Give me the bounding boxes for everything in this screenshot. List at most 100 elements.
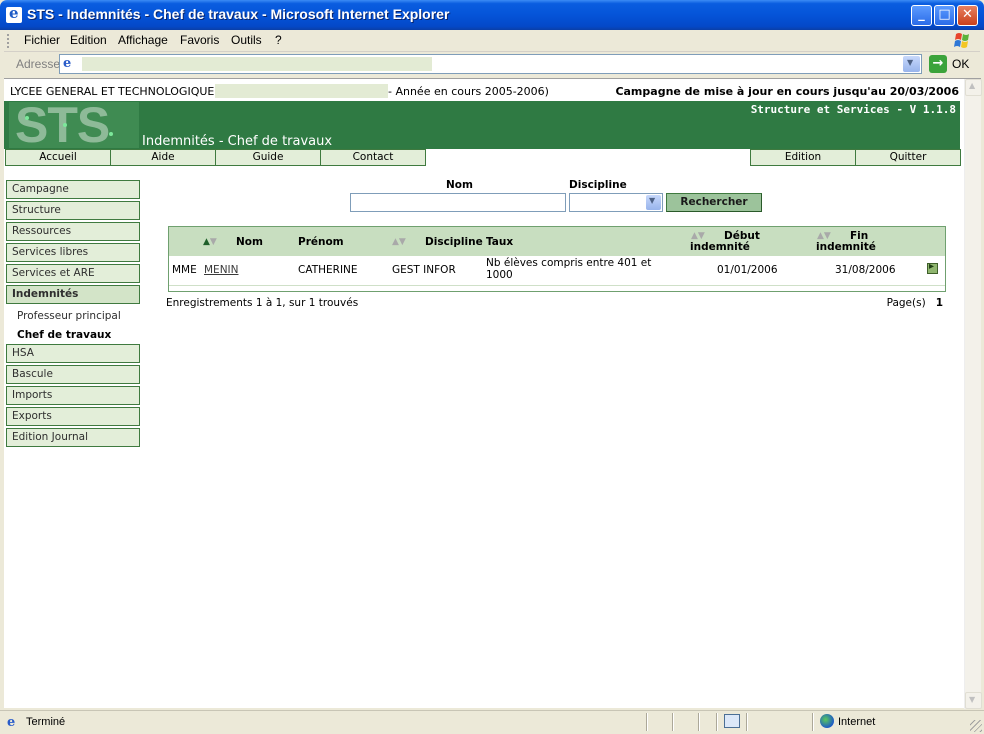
- nom-label: Nom: [446, 179, 473, 191]
- sort-asc-icon[interactable]: ▲: [392, 237, 399, 247]
- sort-desc-icon[interactable]: ▼: [210, 237, 217, 247]
- column-header-prenom[interactable]: Prénom: [298, 237, 344, 248]
- discipline-select[interactable]: [569, 193, 663, 212]
- sidebar-item-exports[interactable]: Exports: [6, 407, 140, 426]
- sort-asc-icon[interactable]: ▲: [817, 231, 824, 241]
- menubar: Fichier Edition Affichage Favoris Outils…: [4, 30, 980, 52]
- sidebar-item-indemnites[interactable]: Indemnités: [6, 285, 140, 304]
- pages-label: Page(s): [886, 297, 926, 309]
- status-divider: [812, 713, 814, 731]
- page-done-icon: e: [7, 715, 16, 730]
- window-title: STS - Indemnités - Chef de travaux - Mic…: [27, 6, 450, 22]
- go-arrow-icon: →: [929, 55, 947, 73]
- menu-affichage[interactable]: Affichage: [118, 33, 168, 47]
- tab-quitter[interactable]: Quitter: [855, 149, 961, 166]
- tab-aide[interactable]: Aide: [110, 149, 216, 166]
- maximize-icon: □: [938, 7, 951, 22]
- minimize-icon: _: [918, 7, 925, 22]
- sts-logo: STS: [9, 102, 139, 148]
- logo-dot: [63, 123, 67, 127]
- go-button[interactable]: → OK: [928, 54, 976, 74]
- sidebar-item-bascule[interactable]: Bascule: [6, 365, 140, 384]
- sidebar-item-services-are[interactable]: Services et ARE: [6, 264, 140, 283]
- sidebar-subitem-chef-de-travaux[interactable]: Chef de travaux: [17, 329, 111, 341]
- logo-dot: [25, 116, 29, 120]
- cell-debut: 01/01/2006: [717, 264, 778, 276]
- sort-nom[interactable]: ▲▼: [203, 238, 217, 247]
- sort-asc-icon[interactable]: ▲: [691, 231, 698, 241]
- address-url-redacted: [82, 57, 432, 71]
- sidebar-item-imports[interactable]: Imports: [6, 386, 140, 405]
- sidebar-subitem-professeur-principal[interactable]: Professeur principal: [17, 310, 121, 322]
- page-title: Indemnités - Chef de travaux: [142, 134, 333, 149]
- tab-contact[interactable]: Contact: [320, 149, 426, 166]
- windows-logo-icon: [954, 33, 969, 48]
- sidebar-item-ressources[interactable]: Ressources: [6, 222, 140, 241]
- sidebar-item-hsa[interactable]: HSA: [6, 344, 140, 363]
- column-header-nom[interactable]: Nom: [236, 237, 263, 248]
- close-icon: ✕: [962, 7, 973, 22]
- minimize-button[interactable]: _: [911, 5, 932, 26]
- campaign-deadline: Campagne de mise à jour en cours jusqu'a…: [615, 85, 959, 98]
- sort-asc-icon[interactable]: ▲: [203, 237, 210, 247]
- page-icon: e: [63, 56, 72, 71]
- cell-prenom: CATHERINE: [298, 264, 358, 276]
- open-detail-icon[interactable]: [927, 261, 938, 274]
- sidebar-item-services-libres[interactable]: Services libres: [6, 243, 140, 262]
- sort-debut[interactable]: ▲▼: [691, 232, 705, 241]
- status-divider: [672, 713, 674, 731]
- window-titlebar[interactable]: STS - Indemnités - Chef de travaux - Mic…: [0, 0, 984, 30]
- cell-taux: Nb élèves compris entre 401 et: [486, 257, 652, 269]
- scroll-down-arrow-icon[interactable]: [965, 692, 982, 709]
- menu-outils[interactable]: Outils: [231, 33, 262, 47]
- security-icon[interactable]: [724, 714, 740, 728]
- sort-discipline[interactable]: ▲▼: [392, 238, 406, 247]
- nom-search-input[interactable]: [350, 193, 566, 212]
- page-header-line: LYCEE GENERAL ET TECHNOLOGIQUE - Année e…: [4, 83, 964, 99]
- toolbar-grip[interactable]: [7, 34, 10, 48]
- school-type: LYCEE GENERAL ET TECHNOLOGIQUE: [10, 85, 215, 98]
- tab-edition[interactable]: Edition: [750, 149, 856, 166]
- address-label: Adresse: [16, 57, 61, 71]
- resize-grip-icon[interactable]: [970, 720, 982, 732]
- internet-zone-icon: [820, 714, 834, 728]
- address-input[interactable]: e: [59, 54, 922, 74]
- scroll-up-arrow-icon[interactable]: [965, 79, 982, 96]
- school-name-redacted: [215, 84, 388, 98]
- maximize-button[interactable]: □: [934, 5, 955, 26]
- address-bar: Adresse e → OK: [4, 52, 980, 77]
- status-divider: [716, 713, 718, 731]
- pages-indicator: Page(s) 1: [887, 297, 943, 309]
- tab-accueil[interactable]: Accueil: [5, 149, 111, 166]
- tab-guide[interactable]: Guide: [215, 149, 321, 166]
- column-header-taux: Taux: [486, 236, 514, 248]
- table-row: MME MENIN CATHERINE GEST INFOR Nb élèves…: [169, 256, 945, 286]
- sort-desc-icon[interactable]: ▼: [824, 231, 831, 241]
- discipline-label: Discipline: [569, 179, 627, 191]
- column-header-fin-line2: indemnité: [816, 241, 876, 253]
- cell-nom-link[interactable]: MENIN: [204, 264, 239, 276]
- address-dropdown-button[interactable]: [903, 56, 920, 72]
- sidebar-item-edition-journal[interactable]: Edition Journal: [6, 428, 140, 447]
- column-header-discipline[interactable]: Discipline: [425, 237, 483, 248]
- status-bar: e Terminé Internet: [0, 710, 984, 734]
- sort-fin[interactable]: ▲▼: [817, 232, 831, 241]
- app-version: Structure et Services - V 1.1.8: [750, 103, 956, 116]
- chevron-down-icon[interactable]: [646, 195, 661, 210]
- logo-dot: [109, 132, 113, 136]
- rechercher-button[interactable]: Rechercher: [666, 193, 762, 212]
- sort-desc-icon[interactable]: ▼: [698, 231, 705, 241]
- go-label: OK: [952, 57, 970, 71]
- close-button[interactable]: ✕: [957, 5, 978, 26]
- menu-edition[interactable]: Edition: [70, 33, 107, 47]
- cell-fin: 31/08/2006: [835, 264, 896, 276]
- status-text: Terminé: [26, 716, 66, 728]
- menu-fichier[interactable]: Fichier: [24, 33, 60, 47]
- page-link-current[interactable]: 1: [936, 297, 943, 309]
- menu-favoris[interactable]: Favoris: [180, 33, 219, 47]
- menu-help[interactable]: ?: [275, 33, 282, 47]
- cell-taux-line2: 1000: [486, 269, 513, 281]
- vertical-scrollbar[interactable]: [964, 79, 982, 709]
- column-header-debut-line2: indemnité: [690, 241, 750, 253]
- sort-desc-icon[interactable]: ▼: [399, 237, 406, 247]
